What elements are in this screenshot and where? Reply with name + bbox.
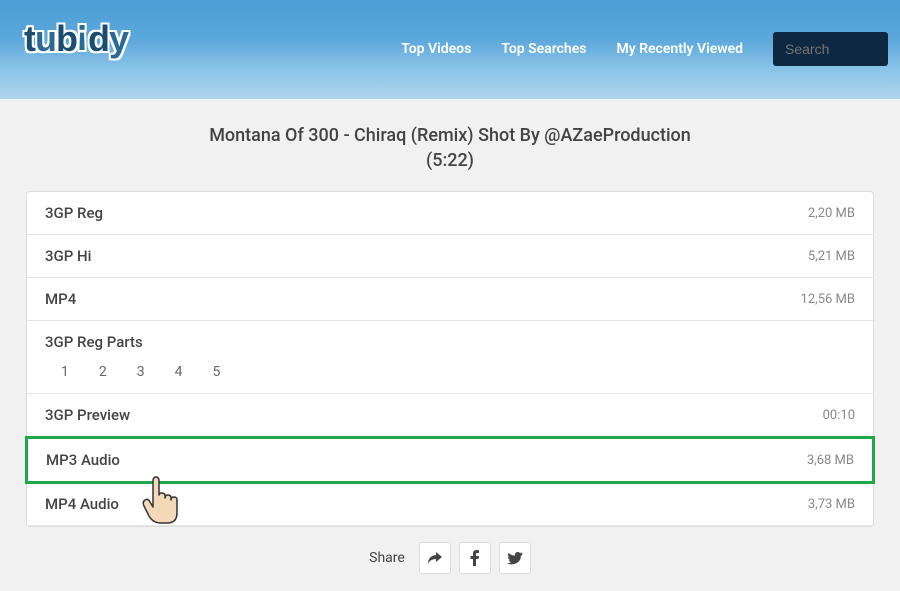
video-title-line1: Montana Of 300 - Chiraq (Remix) Shot By … (26, 123, 874, 148)
logo[interactable]: tub!dy (24, 18, 128, 60)
parts-numbers: 1 2 3 4 5 (45, 364, 855, 393)
video-title: Montana Of 300 - Chiraq (Remix) Shot By … (26, 123, 874, 173)
format-size: 5,21 MB (808, 249, 855, 264)
nav-top-videos[interactable]: Top Videos (401, 41, 471, 57)
nav-my-recently-viewed[interactable]: My Recently Viewed (616, 41, 743, 57)
format-label: MP4 Audio (45, 495, 119, 513)
format-label: MP3 Audio (46, 451, 120, 469)
cursor-overlay-icon (139, 473, 187, 533)
twitter-icon (507, 552, 523, 565)
share-arrow-icon (427, 551, 443, 565)
format-label: 3GP Reg (45, 204, 103, 222)
nav: Top Videos Top Searches My Recently View… (401, 18, 888, 66)
format-size: 12,56 MB (801, 292, 855, 307)
format-size: 3,73 MB (808, 497, 855, 512)
nav-top-searches[interactable]: Top Searches (501, 41, 586, 57)
header: tub!dy Top Videos Top Searches My Recent… (0, 0, 900, 99)
format-label: MP4 (45, 290, 76, 308)
format-size: 3,68 MB (807, 453, 854, 468)
downloads-list: 3GP Reg 2,20 MB 3GP Hi 5,21 MB MP4 12,56… (26, 191, 874, 527)
part-3[interactable]: 3 (137, 364, 145, 380)
download-row-3gp-hi[interactable]: 3GP Hi 5,21 MB (27, 235, 873, 278)
part-2[interactable]: 2 (99, 364, 107, 380)
share-row: Share (26, 527, 874, 574)
video-title-line2: (5:22) (26, 148, 874, 173)
download-row-3gp-preview[interactable]: 3GP Preview 00:10 (27, 394, 873, 437)
part-1[interactable]: 1 (61, 364, 69, 380)
parts-row: 3GP Reg Parts 1 2 3 4 5 (27, 321, 873, 394)
format-label: 3GP Hi (45, 247, 92, 265)
share-facebook-button[interactable] (459, 542, 491, 574)
main: Montana Of 300 - Chiraq (Remix) Shot By … (0, 99, 900, 574)
parts-label: 3GP Reg Parts (45, 333, 855, 351)
format-size: 00:10 (823, 408, 855, 423)
part-5[interactable]: 5 (213, 364, 221, 380)
download-row-3gp-reg[interactable]: 3GP Reg 2,20 MB (27, 192, 873, 235)
share-label: Share (369, 550, 405, 566)
format-label: 3GP Preview (45, 406, 130, 424)
facebook-icon (470, 550, 479, 566)
download-row-mp4[interactable]: MP4 12,56 MB (27, 278, 873, 321)
part-4[interactable]: 4 (175, 364, 183, 380)
search-input[interactable] (773, 32, 888, 66)
share-twitter-button[interactable] (499, 542, 531, 574)
format-size: 2,20 MB (808, 206, 855, 221)
share-forward-button[interactable] (419, 542, 451, 574)
